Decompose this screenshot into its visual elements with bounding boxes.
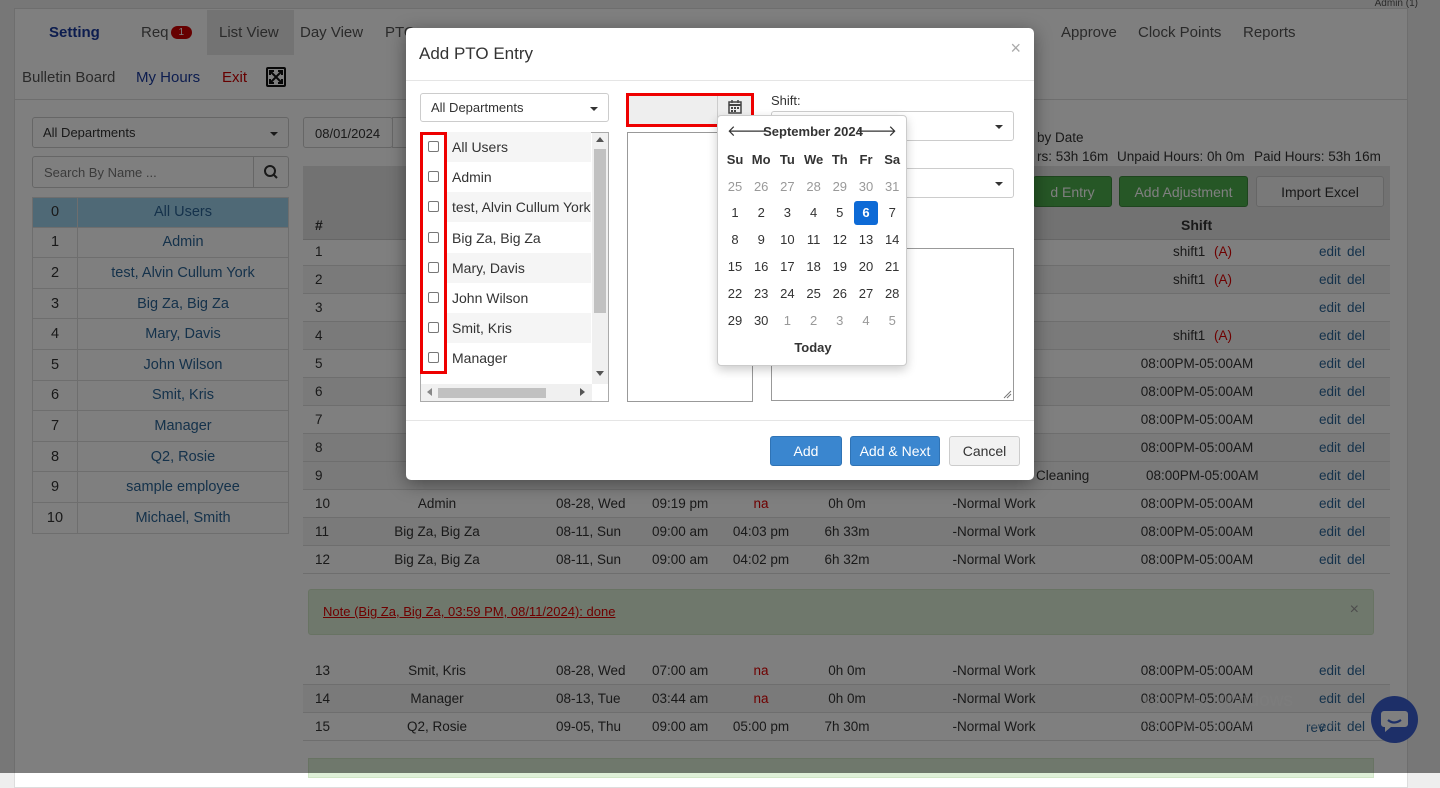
modal-department-select[interactable]: All Departments — [420, 93, 609, 122]
modal-user-label: Admin — [452, 169, 492, 186]
modal-header-divider — [406, 80, 1034, 81]
calendar-day[interactable]: 1 — [723, 201, 747, 225]
modal-user-label: Smit, Kris — [452, 320, 512, 337]
modal-user-item[interactable]: Mary, Davis — [447, 252, 591, 283]
calendar-day[interactable]: 30 — [854, 174, 878, 198]
today-button[interactable]: Today — [718, 340, 908, 355]
calendar-day[interactable]: 26 — [828, 281, 852, 305]
calendar-day[interactable]: 23 — [749, 281, 773, 305]
resize-handle-icon[interactable] — [1003, 390, 1012, 399]
calendar-day[interactable]: 4 — [802, 201, 826, 225]
calendar-day[interactable]: 1 — [775, 308, 799, 332]
modal-user-item[interactable]: Big Za, Big Za — [447, 223, 591, 253]
calendar-day[interactable]: 5 — [880, 308, 904, 332]
weekday-header: We — [803, 151, 824, 167]
calendar-day[interactable]: 5 — [828, 201, 852, 225]
h-scrollbar-thumb[interactable] — [438, 388, 546, 398]
scroll-right-icon[interactable] — [580, 388, 585, 396]
chevron-down-icon — [995, 125, 1003, 129]
weekday-header: Tu — [779, 151, 795, 167]
modal-user-label: All Users — [452, 139, 509, 155]
calendar-day[interactable]: 20 — [854, 254, 878, 278]
calendar-day[interactable]: 10 — [775, 228, 799, 252]
calendar-day[interactable]: 6 — [854, 200, 878, 225]
calendar-day[interactable]: 25 — [723, 174, 747, 198]
calendar-day[interactable]: 4 — [854, 308, 878, 332]
add-button[interactable]: Add — [770, 436, 842, 466]
scroll-down-icon[interactable] — [596, 371, 604, 376]
add-next-button[interactable]: Add & Next — [850, 436, 940, 466]
calendar-day[interactable]: 16 — [749, 254, 773, 278]
modal-user-label: Big Za, Big Za — [452, 229, 541, 246]
calendar-day[interactable]: 15 — [723, 254, 747, 278]
weekday-header: Fr — [859, 151, 873, 167]
calendar-day[interactable]: 29 — [828, 174, 852, 198]
calendar-day[interactable]: 24 — [775, 281, 799, 305]
calendar-day[interactable]: 7 — [880, 201, 904, 225]
calendar-day[interactable]: 3 — [775, 201, 799, 225]
weekday-header: Sa — [884, 151, 901, 167]
calendar-day[interactable]: 3 — [828, 308, 852, 332]
modal-user-item[interactable]: John Wilson — [447, 283, 591, 313]
calendar-day[interactable]: 18 — [802, 254, 826, 278]
modal-user-label: Mary, Davis — [452, 259, 525, 276]
calendar-day[interactable]: 28 — [880, 281, 904, 305]
calendar-day[interactable]: 30 — [749, 308, 773, 332]
calendar-popup: 🡐 September 2024 🡒 Su Mo Tu We Th Fr Sa 25 26 27 2… — [717, 115, 907, 366]
calendar-day[interactable]: 19 — [828, 254, 852, 278]
horizontal-scrollbar[interactable] — [421, 384, 592, 401]
modal-user-label: test, Alvin Cullum York — [452, 199, 591, 216]
modal-footer-divider — [406, 420, 1034, 421]
weekday-header: Th — [831, 151, 848, 167]
calendar-day[interactable]: 2 — [749, 201, 773, 225]
shift-label: Shift: — [771, 93, 801, 108]
modal-close-icon[interactable]: × — [1010, 38, 1021, 59]
weekday-header: Su — [726, 151, 744, 167]
chevron-down-icon — [590, 106, 598, 111]
scroll-left-icon[interactable] — [427, 388, 432, 396]
calendar-day[interactable]: 27 — [854, 281, 878, 305]
modal-user-item[interactable]: Manager — [447, 343, 591, 373]
modal-user-item[interactable]: Smit, Kris — [447, 313, 591, 344]
calendar-day[interactable]: 8 — [723, 228, 747, 252]
calendar-day[interactable]: 12 — [828, 228, 852, 252]
next-month-icon[interactable]: 🡒 — [857, 121, 897, 140]
modal-user-label: John Wilson — [452, 290, 529, 306]
calendar-day[interactable]: 21 — [880, 254, 904, 278]
calendar-day[interactable]: 2 — [802, 308, 826, 332]
scroll-up-icon[interactable] — [596, 137, 604, 142]
checkbox-column-highlight — [420, 132, 447, 374]
modal-user-item[interactable]: All Users — [447, 132, 591, 162]
cancel-button[interactable]: Cancel — [949, 436, 1020, 466]
calendar-day[interactable]: 28 — [802, 174, 826, 198]
modal-user-label: Manager — [452, 350, 508, 367]
calendar-day[interactable]: 27 — [775, 174, 799, 198]
modal-user-item[interactable]: test, Alvin Cullum York — [447, 192, 591, 223]
calendar-day[interactable]: 14 — [880, 228, 904, 252]
calendar-day[interactable]: 22 — [723, 281, 747, 305]
calendar-day[interactable]: 31 — [880, 174, 904, 198]
weekday-header: Mo — [751, 151, 771, 167]
calendar-day[interactable]: 26 — [749, 174, 773, 198]
calendar-day[interactable]: 29 — [723, 308, 747, 332]
modal-department-value: All Departments — [431, 100, 524, 115]
chevron-down-icon — [995, 182, 1003, 186]
calendar-day[interactable]: 9 — [749, 228, 773, 252]
calendar-day[interactable]: 25 — [802, 281, 826, 305]
vertical-scrollbar[interactable] — [592, 133, 608, 384]
modal-user-item[interactable]: Admin — [447, 162, 591, 192]
scrollbar-thumb[interactable] — [594, 149, 606, 313]
calendar-day[interactable]: 17 — [775, 254, 799, 278]
calendar-day[interactable]: 13 — [854, 228, 878, 252]
calendar-day[interactable]: 11 — [802, 228, 826, 252]
modal-title: Add PTO Entry — [419, 44, 534, 63]
